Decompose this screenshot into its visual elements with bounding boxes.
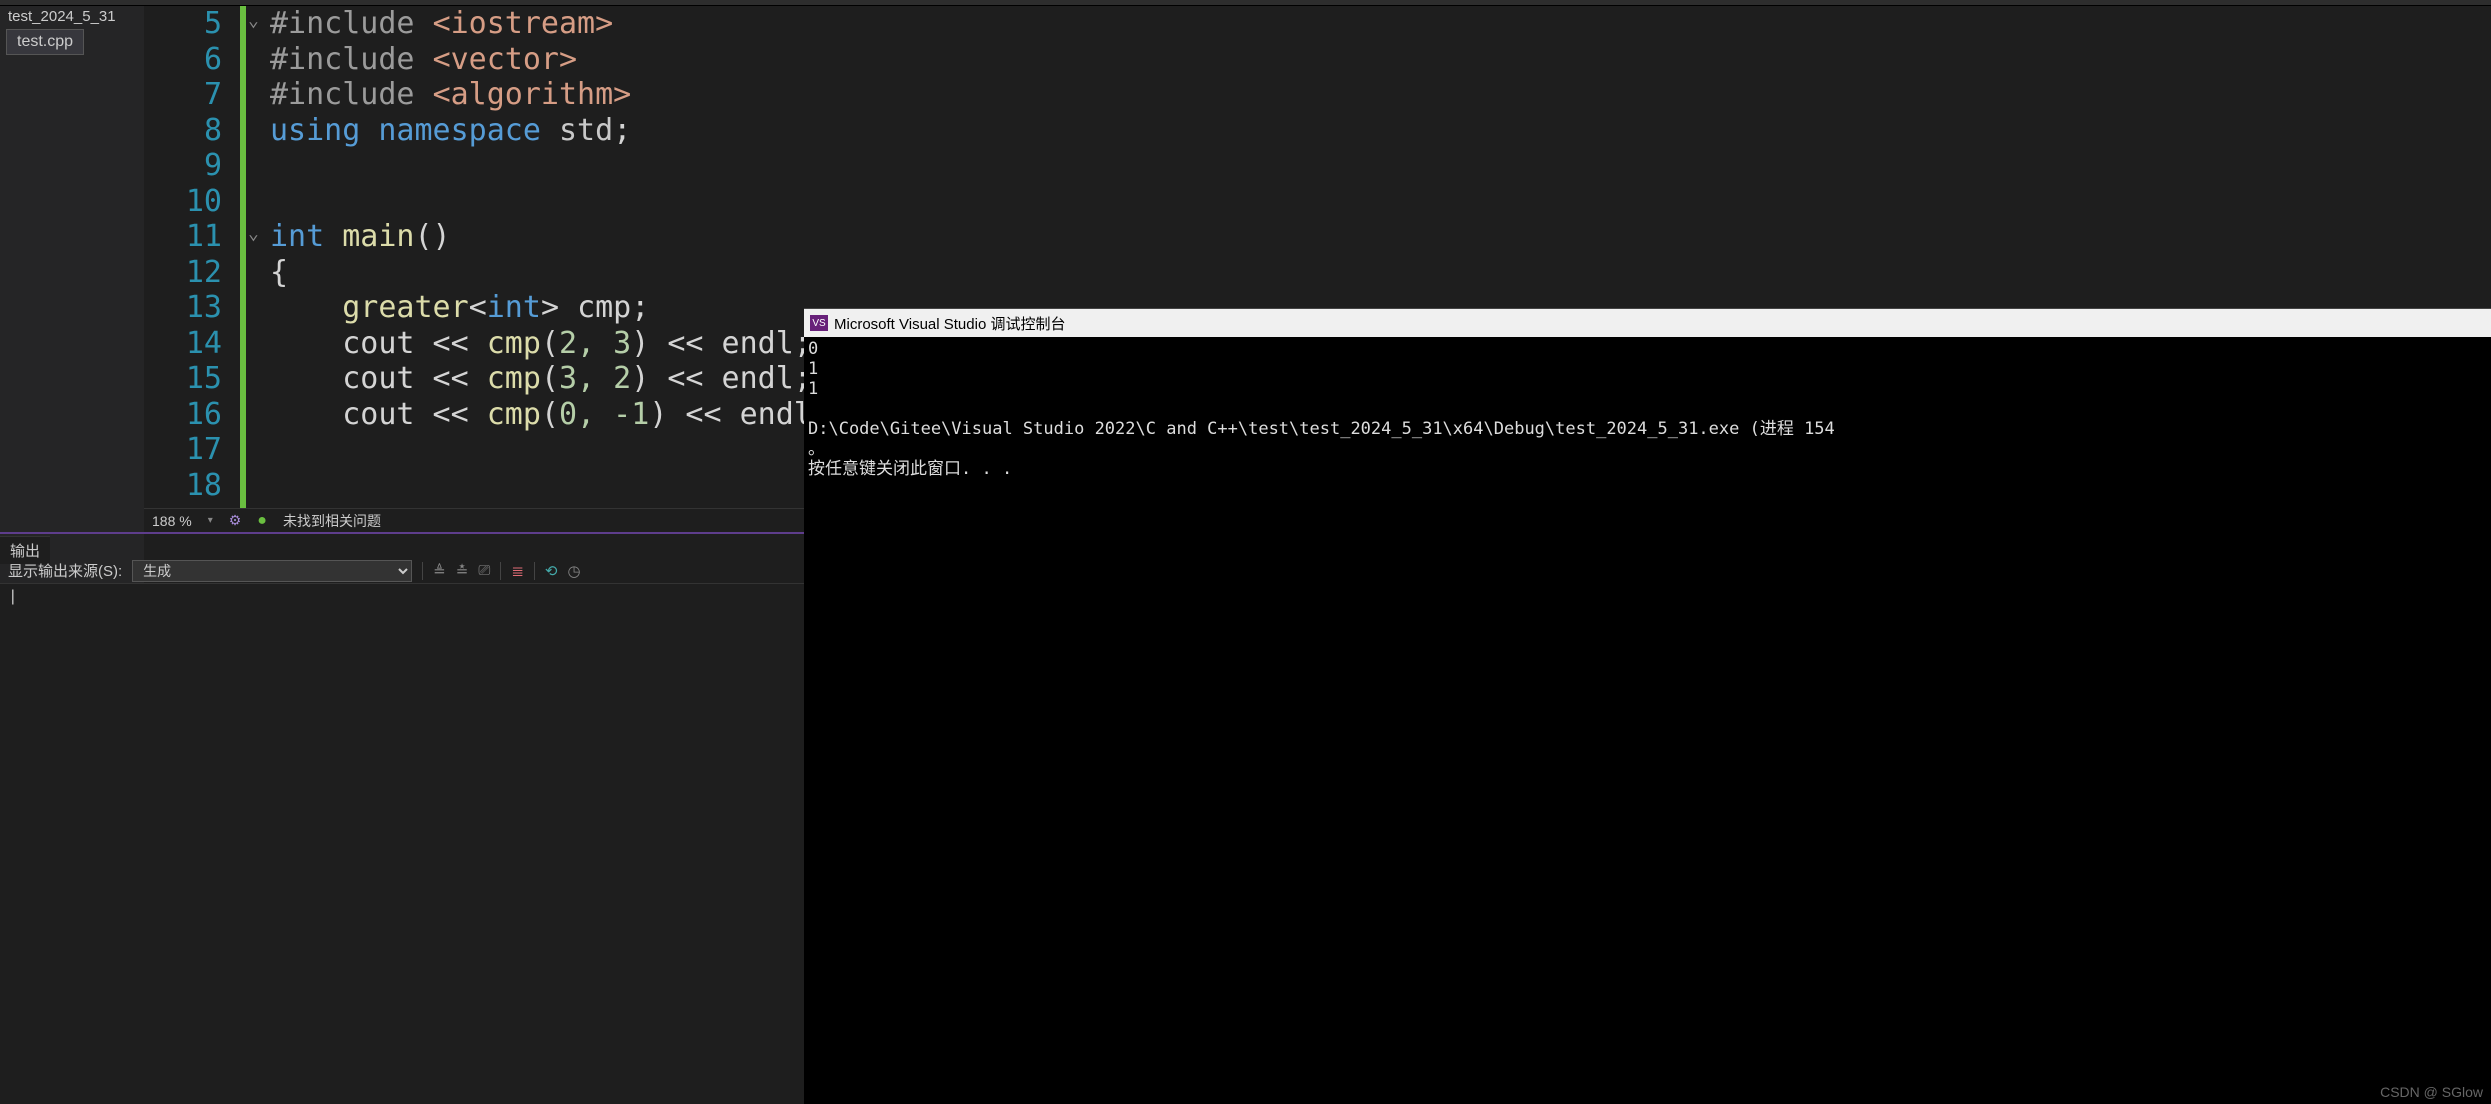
line-number: 12 bbox=[144, 255, 222, 291]
wrap-icon[interactable]: ≣ bbox=[511, 562, 524, 580]
watermark: CSDN @ SGlow bbox=[2380, 1084, 2483, 1100]
line-number: 16 bbox=[144, 397, 222, 433]
output-caret: | bbox=[8, 588, 18, 606]
debug-console-window: VS Microsoft Visual Studio 调试控制台 0 1 1 D… bbox=[804, 308, 2491, 1104]
console-line: 1 bbox=[808, 379, 818, 399]
check-icon: ● bbox=[257, 512, 267, 530]
line-number: 11 bbox=[144, 219, 222, 255]
code-line-7[interactable]: #include <algorithm> bbox=[270, 77, 1300, 113]
issues-text[interactable]: 未找到相关问题 bbox=[283, 511, 381, 531]
chevron-down-icon[interactable]: ⌄ bbox=[248, 223, 259, 245]
line-number: 17 bbox=[144, 432, 222, 468]
code-line-5[interactable]: #include <iostream> bbox=[270, 6, 1300, 42]
output-source-label: 显示输出来源(S): bbox=[8, 560, 122, 581]
line-number: 7 bbox=[144, 77, 222, 113]
clock-icon[interactable]: ◷ bbox=[568, 562, 581, 580]
code-line-9[interactable] bbox=[270, 148, 1300, 184]
console-body[interactable]: 0 1 1 D:\Code\Gitee\Visual Studio 2022\C… bbox=[804, 337, 2491, 481]
autoscroll-icon[interactable]: ⟲ bbox=[545, 562, 558, 580]
vs-icon: VS bbox=[810, 315, 828, 331]
line-number: 8 bbox=[144, 113, 222, 149]
code-line-10[interactable] bbox=[270, 184, 1300, 220]
code-line-11[interactable]: int main() bbox=[270, 219, 1300, 255]
goto-prev-icon[interactable]: ≜ bbox=[433, 562, 446, 580]
divider bbox=[500, 562, 501, 580]
fold-column: ⌄ ⌄ bbox=[246, 6, 270, 508]
lightbulb-icon[interactable]: ⚙ bbox=[229, 512, 242, 529]
chevron-down-icon[interactable]: ▾ bbox=[208, 515, 213, 526]
line-number: 10 bbox=[144, 184, 222, 220]
tree-file[interactable]: test.cpp bbox=[6, 29, 84, 55]
line-number: 15 bbox=[144, 361, 222, 397]
goto-next-icon[interactable]: ≛ bbox=[456, 562, 469, 580]
line-number: 14 bbox=[144, 326, 222, 362]
code-line-8[interactable]: using namespace std; bbox=[270, 113, 1300, 149]
divider bbox=[422, 562, 423, 580]
line-number: 5 bbox=[144, 6, 222, 42]
zoom-level[interactable]: 188 % bbox=[152, 513, 192, 529]
console-line: 按任意键关闭此窗口. . . bbox=[808, 459, 1012, 479]
line-number: 6 bbox=[144, 42, 222, 78]
console-titlebar[interactable]: VS Microsoft Visual Studio 调试控制台 bbox=[804, 309, 2491, 337]
console-line: 0 bbox=[808, 339, 818, 359]
chevron-down-icon[interactable]: ⌄ bbox=[248, 10, 259, 32]
console-title-text: Microsoft Visual Studio 调试控制台 bbox=[834, 313, 1065, 334]
line-number: 18 bbox=[144, 468, 222, 504]
clear-icon[interactable]: ⎚ bbox=[478, 562, 490, 579]
console-line: 。 bbox=[808, 439, 825, 459]
code-line-6[interactable]: #include <vector> bbox=[270, 42, 1300, 78]
line-number-gutter: 5 6 7 8 9 10 11 12 13 14 15 16 17 18 bbox=[144, 6, 240, 508]
output-source-select[interactable]: 生成 bbox=[132, 560, 412, 582]
code-line-12[interactable]: { bbox=[270, 255, 1300, 291]
console-line: D:\Code\Gitee\Visual Studio 2022\C and C… bbox=[808, 419, 1835, 439]
console-line: 1 bbox=[808, 359, 818, 379]
line-number: 9 bbox=[144, 148, 222, 184]
divider bbox=[534, 562, 535, 580]
line-number: 13 bbox=[144, 290, 222, 326]
tree-root[interactable]: test_2024_5_31 bbox=[0, 6, 144, 27]
